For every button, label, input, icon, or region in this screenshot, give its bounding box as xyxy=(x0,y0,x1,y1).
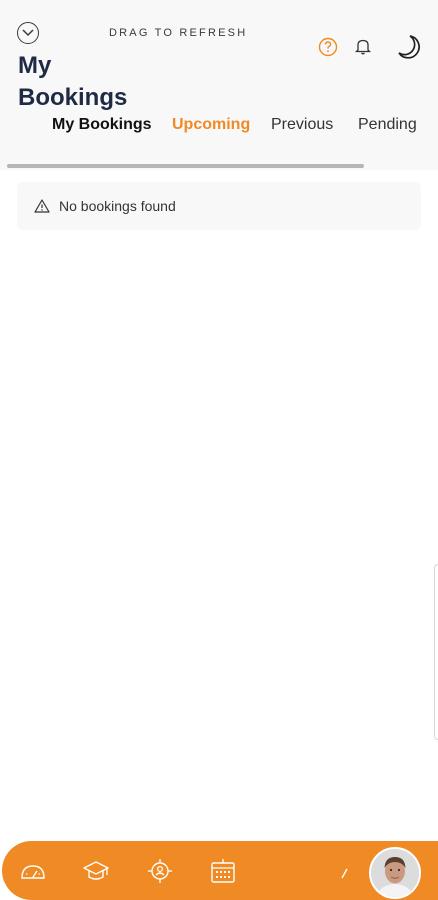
page-title-line-1: My xyxy=(18,52,52,79)
tab-pending[interactable]: Pending xyxy=(358,116,417,134)
warning-icon xyxy=(34,199,50,213)
tab-scrollbar[interactable] xyxy=(7,164,364,168)
moon-icon[interactable] xyxy=(396,34,422,60)
tab-my-bookings[interactable]: My Bookings xyxy=(52,116,152,134)
page-title-line-2: Bookings xyxy=(18,84,128,111)
target-user-icon[interactable] xyxy=(146,858,174,884)
graduation-cap-icon[interactable] xyxy=(82,858,110,884)
bell-icon[interactable] xyxy=(353,36,373,56)
empty-state-notice: No bookings found xyxy=(17,182,421,230)
chevron-down-icon xyxy=(22,29,34,37)
dashboard-icon[interactable] xyxy=(19,858,47,884)
drag-to-refresh-label: DRAG TO REFRESH xyxy=(109,27,248,39)
user-avatar-image xyxy=(371,849,419,897)
user-avatar[interactable] xyxy=(369,847,421,899)
calendar-icon[interactable] xyxy=(209,858,237,884)
tab-bar: My Bookings Upcoming Previous Pending xyxy=(0,116,438,140)
bottom-navigation xyxy=(2,841,438,900)
help-icon[interactable] xyxy=(318,37,338,57)
tab-previous[interactable]: Previous xyxy=(271,116,333,134)
tab-upcoming[interactable]: Upcoming xyxy=(172,116,250,134)
edit-icon[interactable] xyxy=(334,858,356,884)
empty-state-message: No bookings found xyxy=(59,198,176,214)
collapse-button[interactable] xyxy=(17,22,39,44)
page-title: My Bookings xyxy=(18,50,127,114)
header: DRAG TO REFRESH My Bookings My Bookings … xyxy=(0,0,438,170)
side-drawer-handle[interactable] xyxy=(434,564,438,740)
